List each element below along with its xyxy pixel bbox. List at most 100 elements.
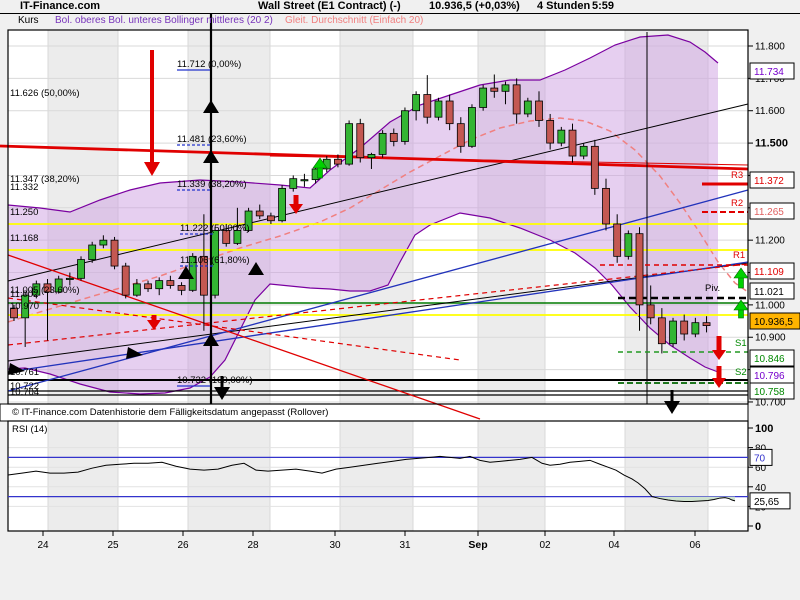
fibonacci-label: 11.106 (61,80%) [180,255,250,266]
price-axis-label: 11.600 [755,106,785,117]
date-axis-label: 06 [689,540,701,551]
candle-body [100,240,107,245]
level-price-label: 11.332 [10,182,38,193]
timeframe[interactable]: 4 Stunden [537,0,590,12]
rsi-axis-label: 40 [755,483,767,494]
rsi-axis-label: 0 [755,521,761,533]
price-value-box-label: 10.796 [754,371,785,382]
candle-body [267,216,274,221]
candle-countdown: 5:59 [592,0,614,12]
date-axis-label: 31 [399,540,411,551]
price-value-box-label: 11.021 [754,287,784,298]
pivot-label: S2 [735,367,747,378]
day-stripe [478,421,545,531]
candle-body [401,111,408,142]
candle-body [256,211,263,216]
price-value-box-label: 11.734 [754,67,784,78]
candle-body [681,321,688,334]
price-value-box-label: 10.758 [754,387,785,398]
candle-body [66,278,73,279]
fibonacci-label: 11.339 (38,20%) [177,179,247,190]
candle-body [547,120,554,143]
candle-body [290,179,297,189]
candle-body [647,305,654,318]
candle-body [390,133,397,141]
candle-body [468,107,475,146]
fibonacci-label: 11.712 (0,00%) [177,59,241,70]
candle-body [368,154,375,157]
date-axis-label: 25 [107,540,119,551]
candle-body [78,260,85,279]
candle-body [379,133,386,154]
price-value-box-label: 11.372 [754,176,784,187]
day-stripe [48,421,118,531]
date-axis-label: 30 [329,540,341,551]
candle-body [145,284,152,289]
day-stripe [625,421,708,531]
red-down-arrow-large [150,50,154,162]
green-up-arrow [739,277,744,288]
red-down-arrow [717,366,722,379]
header-bar: IT-Finance.com Wall Street (E1 Contract)… [0,0,800,14]
date-axis-label: 28 [247,540,259,551]
level-price-label: 11.002 [10,289,38,300]
date-axis-label: 02 [539,540,551,551]
candle-body [692,323,699,334]
date-axis-label: 26 [177,540,189,551]
green-up-arrow [739,309,744,318]
date-axis-label: Sep [468,539,487,551]
candle-body [167,281,174,286]
candle-body [279,188,286,220]
copyright-text: © IT-Finance.com Datenhistorie dem Fälli… [12,407,328,418]
candle-body [122,266,129,295]
candle-body [535,101,542,120]
candle-body [357,124,364,158]
candle-body [413,95,420,111]
rsi-axis-label: 100 [755,423,773,435]
candle-body [703,323,710,326]
date-axis-label: 04 [608,540,620,551]
red-down-arrow [294,195,299,205]
level-price-label: 11.250 [10,207,38,218]
pivot-label: R3 [731,170,743,181]
legend-row: Kurs Bol. oberes Bol. unteres Bollinger … [0,15,748,28]
candle-body [614,224,621,256]
pivot-label: Piv. [705,283,720,294]
candle-body [502,85,509,91]
candle-body [513,85,520,114]
candle-body [558,130,565,143]
instrument-title: Wall Street (E1 Contract) (-) [258,0,401,12]
legend-ma[interactable]: Gleit. Durchschnitt (Einfach 20) [285,15,423,26]
price-axis-label: 11.200 [755,236,785,247]
price-axis-label: 11.800 [755,42,785,53]
price-value-box-label: 10.846 [754,354,785,365]
legend-bollinger[interactable]: Bol. oberes Bol. unteres Bollinger mittl… [55,15,273,26]
candle-body [569,130,576,156]
candle-body [636,234,643,305]
price-value-box-label: 11.109 [754,267,784,278]
candle-body [591,146,598,188]
day-stripe [188,421,270,531]
candle-body [346,124,353,164]
candle-body [133,284,140,295]
legend-kurs[interactable]: Kurs [18,15,39,26]
candle-body [625,234,632,257]
candle-body [457,124,464,147]
level-price-label: 10.704 [10,387,39,398]
day-stripe [340,421,413,531]
candle-body [301,180,308,181]
black-down-arrow [671,390,674,402]
candle-body [658,318,665,344]
candle-body [603,188,610,224]
price-axis-label: 10.900 [755,333,786,344]
brand-logo[interactable]: IT-Finance.com [20,0,100,12]
green-up-arrow [318,167,323,178]
pivot-label: R1 [733,250,745,261]
pivot-label: R2 [731,198,743,209]
candle-body [334,159,341,164]
candle-body [424,95,431,118]
candle-body [111,240,118,266]
candle-body [670,321,677,344]
price-axis-label: 11.500 [755,138,788,150]
rsi-value-box-label: 70 [754,453,766,464]
